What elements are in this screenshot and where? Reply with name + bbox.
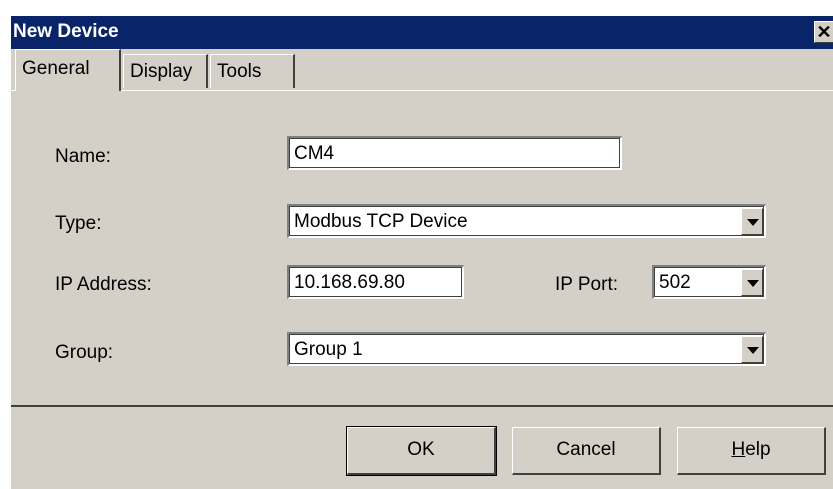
name-value: CM4 xyxy=(294,143,335,164)
group-label: Group: xyxy=(55,342,114,363)
type-value: Modbus TCP Device xyxy=(294,211,468,232)
name-label: Name: xyxy=(55,146,111,167)
help-button-label: elp xyxy=(745,439,771,460)
help-button-mnemonic: H xyxy=(731,439,746,460)
window-title: New Device xyxy=(13,21,119,42)
ip-port-dropdown-arrow-icon[interactable] xyxy=(741,269,763,296)
new-device-dialog: New Device ✕ General Display Tools Name:… xyxy=(10,16,833,489)
ip-port-value: 502 xyxy=(659,272,691,293)
type-select[interactable]: Modbus TCP Device xyxy=(287,204,766,238)
name-field[interactable]: CM4 xyxy=(287,136,622,170)
ip-port-select[interactable]: 502 xyxy=(652,265,766,299)
close-icon: ✕ xyxy=(816,22,832,42)
tab-general-label: General xyxy=(22,58,90,79)
cancel-button[interactable]: Cancel xyxy=(512,427,661,475)
group-select[interactable]: Group 1 xyxy=(287,332,766,366)
ip-address-label: IP Address: xyxy=(55,274,152,295)
tab-tools[interactable]: Tools xyxy=(210,54,295,88)
tab-general[interactable]: General xyxy=(15,49,121,91)
group-value: Group 1 xyxy=(294,339,363,360)
title-bar[interactable]: New Device ✕ xyxy=(11,16,833,49)
type-label: Type: xyxy=(55,213,102,234)
help-button[interactable]: Help xyxy=(677,427,826,475)
tab-display[interactable]: Display xyxy=(123,54,208,88)
type-dropdown-arrow-icon[interactable] xyxy=(741,208,763,235)
tab-tools-label: Tools xyxy=(217,61,262,82)
tab-display-label: Display xyxy=(130,61,193,82)
close-button[interactable]: ✕ xyxy=(814,21,833,43)
ip-address-field[interactable]: 10.168.69.80 xyxy=(287,265,464,299)
ip-address-value: 10.168.69.80 xyxy=(294,272,405,293)
group-dropdown-arrow-icon[interactable] xyxy=(741,336,763,363)
ip-port-label: IP Port: xyxy=(555,274,619,295)
ok-button-label: OK xyxy=(407,439,435,460)
cancel-button-label: Cancel xyxy=(556,439,616,460)
ok-button[interactable]: OK xyxy=(346,426,497,476)
